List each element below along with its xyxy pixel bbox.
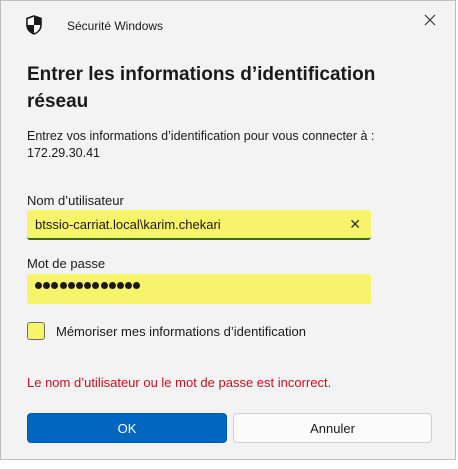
password-dot <box>67 282 75 289</box>
close-icon <box>424 14 436 26</box>
server-address: 172.29.30.41 <box>27 146 100 160</box>
username-field[interactable]: btssio-carriat.local\karim.chekari ✕ <box>27 210 371 240</box>
credentials-dialog: Sécurité Windows Entrer les informations… <box>0 0 456 460</box>
password-dot <box>92 282 100 289</box>
description-line-1: Entrez vos informations d’identification… <box>27 129 375 143</box>
password-dot <box>133 282 141 289</box>
dialog-heading: Entrer les informations d’identification… <box>27 61 427 115</box>
password-dot <box>116 282 124 289</box>
password-field[interactable] <box>27 274 371 304</box>
username-label: Nom d’utilisateur <box>27 193 124 208</box>
window-title: Sécurité Windows <box>67 19 164 33</box>
password-dot <box>43 282 51 289</box>
ok-button[interactable]: OK <box>27 413 227 443</box>
close-button[interactable] <box>419 9 441 31</box>
password-dot <box>59 282 67 289</box>
title-bar: Sécurité Windows <box>1 1 455 47</box>
password-dot <box>35 282 42 289</box>
remember-checkbox[interactable] <box>27 322 45 340</box>
cancel-button[interactable]: Annuler <box>233 413 432 443</box>
password-label: Mot de passe <box>27 256 106 271</box>
password-dot <box>108 282 116 289</box>
shield-icon <box>25 15 43 35</box>
heading-line-1: Entrer les informations d’identification <box>27 64 376 85</box>
heading-line-2: réseau <box>27 91 89 112</box>
password-dot <box>84 282 92 289</box>
username-value: btssio-carriat.local\karim.chekari <box>35 217 221 232</box>
remember-label[interactable]: Mémoriser mes informations d’identificat… <box>56 324 306 339</box>
error-message: Le nom d’utilisateur ou le mot de passe … <box>27 375 332 390</box>
password-mask <box>35 282 141 289</box>
password-dot <box>125 282 133 289</box>
clear-icon[interactable]: ✕ <box>349 216 361 233</box>
password-dot <box>100 282 108 289</box>
password-dot <box>75 282 83 289</box>
dialog-description: Entrez vos informations d’identification… <box>27 128 437 162</box>
password-dot <box>51 282 59 289</box>
